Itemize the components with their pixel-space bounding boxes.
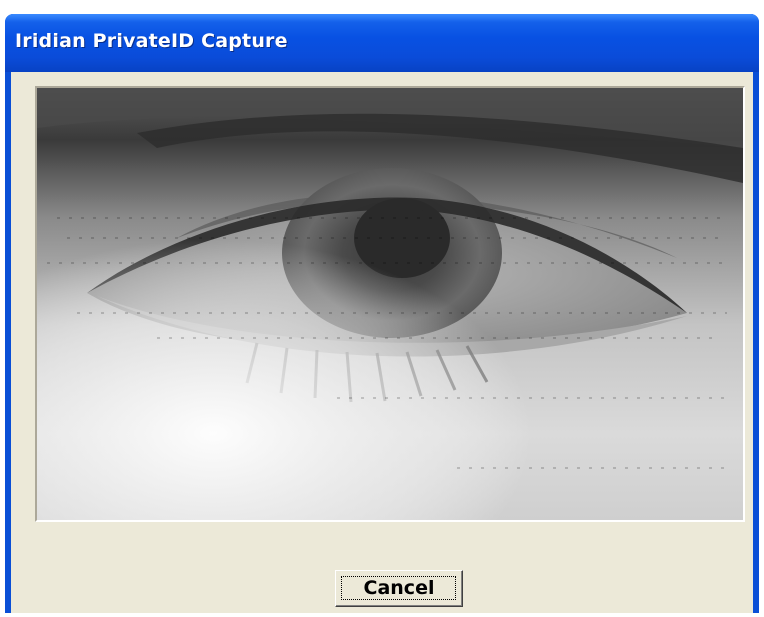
cancel-button-label: Cancel [363,577,435,599]
capture-dialog-window: Iridian PrivateID Capture Cancel [5,14,759,613]
dialog-client-area: Cancel [11,72,753,613]
title-bar[interactable]: Iridian PrivateID Capture [5,14,759,72]
window-title: Iridian PrivateID Capture [15,30,288,52]
iris-camera-preview [35,86,745,522]
eye-image [37,88,743,520]
cancel-button[interactable]: Cancel [335,570,463,607]
